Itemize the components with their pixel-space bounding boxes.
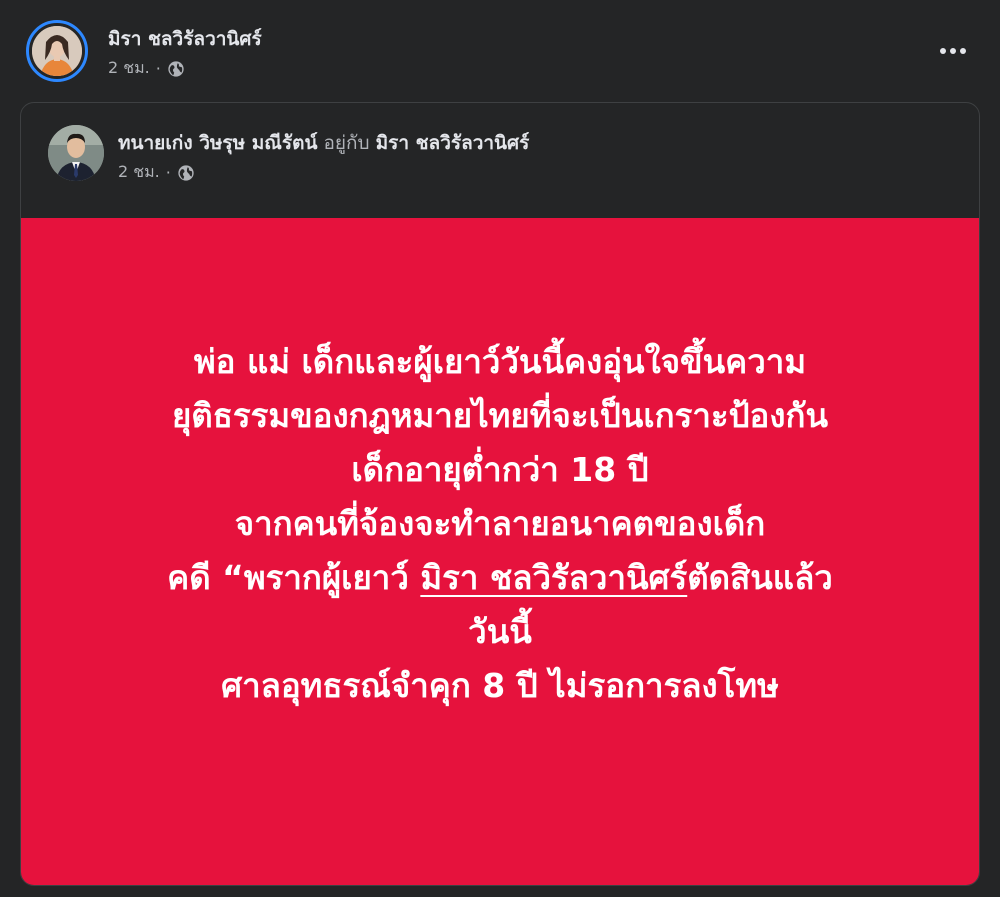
- globe-icon: [178, 164, 194, 181]
- statement-panel: พ่อ แม่ เด็กและผู้เยาว์วันนี้คงอุ่นใจขึ้…: [21, 218, 979, 885]
- statement-text: พ่อ แม่ เด็กและผู้เยาว์วันนี้คงอุ่นใจขึ้…: [167, 335, 833, 713]
- shared-author-line: ทนายเก่ง วิษรุษ มณีรัตน์ อยู่กับ มิรา ชล…: [118, 128, 529, 158]
- statement-line-1: พ่อ แม่ เด็กและผู้เยาว์วันนี้คงอุ่นใจขึ้…: [193, 341, 807, 381]
- shared-author-name[interactable]: ทนายเก่ง วิษรุษ มณีรัตน์: [118, 132, 317, 154]
- more-dot: [960, 48, 966, 54]
- statement-line-5: คดี “พรากผู้เยาว์ มิรา ชลวิรัลวานิศร์ตัด…: [167, 551, 833, 605]
- post-time[interactable]: 2 ชม.: [108, 56, 150, 81]
- statement-line-4: จากคนที่จ้องจะทำลายอนาคตของเด็ก: [234, 503, 766, 543]
- post-header: มิรา ชลวิรัลวานิศร์ 2 ชม. ·: [26, 20, 976, 90]
- post-meta: 2 ชม. ·: [108, 56, 185, 81]
- meta-separator: ·: [155, 59, 161, 78]
- with-text: อยู่กับ: [323, 132, 370, 154]
- more-dot: [950, 48, 956, 54]
- shared-author-avatar[interactable]: [48, 125, 104, 181]
- statement-line-2: ยุติธรรมของกฎหมายไทยที่จะเป็นเกราะป้องกั…: [171, 395, 829, 435]
- statement-line-5-suffix: ตัดสินแล้ว: [687, 557, 833, 597]
- shared-avatar-portrait: [48, 125, 104, 181]
- more-dot: [940, 48, 946, 54]
- shared-meta-separator: ·: [165, 163, 171, 182]
- avatar-portrait: [32, 26, 82, 76]
- tagged-person-name[interactable]: มิรา ชลวิรัลวานิศร์: [376, 132, 530, 154]
- shared-post-card[interactable]: ทนายเก่ง วิษรุษ มณีรัตน์ อยู่กับ มิรา ชล…: [20, 102, 980, 886]
- shared-post-time[interactable]: 2 ชม.: [118, 160, 160, 185]
- statement-line-5-prefix: คดี “พรากผู้เยาว์: [167, 557, 421, 597]
- statement-line-3: เด็กอายุต่ำกว่า 18 ปี: [351, 449, 649, 489]
- statement-line-7: ศาลอุทธรณ์จำคุก 8 ปี ไม่รอการลงโทษ: [221, 665, 779, 705]
- author-name[interactable]: มิรา ชลวิรัลวานิศร์: [108, 24, 262, 54]
- globe-icon: [168, 60, 184, 77]
- statement-line-6: วันนี้: [468, 611, 532, 651]
- author-avatar[interactable]: [26, 20, 88, 82]
- shared-post-meta: 2 ชม. ·: [118, 160, 195, 185]
- statement-tagged-name[interactable]: มิรา ชลวิรัลวานิศร์: [420, 558, 687, 597]
- author-avatar-image: [32, 26, 82, 76]
- more-options-button[interactable]: [936, 34, 970, 68]
- shared-post-header: ทนายเก่ง วิษรุษ มณีรัตน์ อยู่กับ มิรา ชล…: [21, 103, 979, 218]
